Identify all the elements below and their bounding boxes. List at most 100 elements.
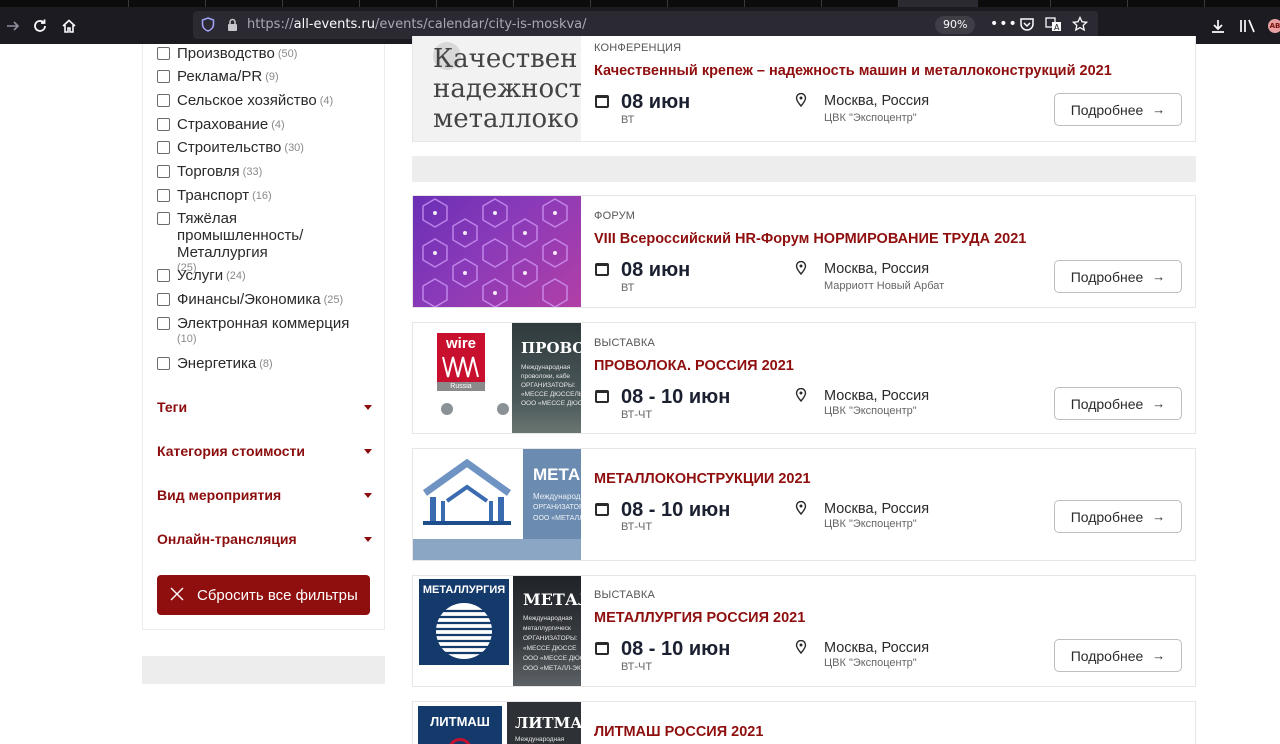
event-title[interactable]: Качественный крепеж – надежность машин и… [594,63,1112,79]
event-thumbnail[interactable]: wire Russia ПРОВОЛ Международная проволо… [413,323,581,433]
checkbox[interactable] [157,317,170,330]
checkbox[interactable] [157,357,170,370]
tab[interactable] [282,0,283,7]
checkbox[interactable] [157,141,170,154]
checkbox[interactable] [157,212,170,225]
thumbnail-line: надежност [433,74,581,104]
event-card[interactable]: wire Russia ПРОВОЛ Международная проволо… [412,322,1196,434]
category-checkbox-item[interactable]: Транспорт (16) [157,187,272,204]
downloads-icon[interactable] [1205,7,1231,44]
tab[interactable] [590,0,591,7]
event-thumbnail[interactable] [413,196,581,307]
caret-down-icon [364,448,372,454]
event-title[interactable]: ЛИТМАШ РОССИЯ 2021 [594,724,763,740]
forward-icon[interactable] [0,7,26,44]
event-card[interactable]: ЛИТМАШ ЛИТМАШ Международная ЛИТМАШ РОССИ… [412,701,1196,744]
event-title[interactable]: МЕТАЛЛОКОНСТРУКЦИИ 2021 [594,471,811,487]
wire-logo: wire Russia [437,333,485,391]
event-thumbnail[interactable]: Качествен надежност металлоко [413,36,581,141]
tab[interactable] [1127,0,1128,7]
tab[interactable] [1050,0,1051,7]
tab[interactable] [513,0,514,7]
arrow-right-icon: → [1152,509,1166,524]
checkbox[interactable] [157,47,170,60]
filter-price-toggle[interactable]: Категория стоимости [157,441,372,461]
category-checkbox-item[interactable]: Услуги (24) [157,267,246,284]
category-checkbox-item[interactable]: Энергетика (8) [157,355,273,372]
tab[interactable] [821,0,822,7]
calendar-icon [595,390,609,403]
details-button[interactable]: Подробнее → [1054,260,1182,293]
checkbox[interactable] [157,94,170,107]
metallurgy-logo-globe [436,603,492,659]
pocket-icon[interactable] [1019,17,1035,36]
category-checkbox-item[interactable]: Строительство (30) [157,139,304,156]
event-card[interactable]: МЕТА Международ ОРГАНИЗАТОР ООО «МЕТАЛЛ … [412,448,1196,561]
checkbox[interactable] [157,165,170,178]
bookmark-star-icon[interactable] [1071,15,1089,36]
category-label-wrap: Тяжёлая промышленность/Металлургия (25) [177,210,384,274]
details-button[interactable]: Подробнее → [1054,500,1182,533]
details-button[interactable]: Подробнее → [1054,639,1182,672]
category-checkbox-item[interactable]: Сельское хозяйство (4) [157,92,333,109]
svg-text:A: A [1054,23,1060,32]
category-checkbox-item[interactable]: Финансы/Экономика (25) [157,291,343,308]
checkbox[interactable] [157,70,170,83]
tab[interactable] [128,0,129,7]
category-checkbox-item[interactable]: Электронная коммерция (10) [157,315,349,345]
tab[interactable] [205,0,206,7]
thumbnail-line: металлоко [433,104,580,134]
event-title[interactable]: ПРОВОЛОКА. РОССИЯ 2021 [594,358,794,374]
details-button[interactable]: Подробнее → [1054,387,1182,420]
event-title[interactable]: VIII Всероссийский HR-Форум НОРМИРОВАНИЕ… [594,231,1026,247]
category-checkbox-item[interactable]: Торговля (33) [157,163,262,180]
thumbnail-caption-line: ОРГАНИЗАТОРЫ: [523,635,578,642]
calendar-icon [595,95,609,108]
reset-filters-button[interactable]: Сбросить все фильтры [157,575,370,615]
tab[interactable] [667,0,668,7]
event-card[interactable]: МЕТАЛЛУРГИЯ МЕТАЛ Международная металлур… [412,575,1196,687]
category-checkbox-item[interactable]: Тяжёлая промышленность/Металлургия (25) [157,210,384,274]
address-bar[interactable]: https://all-events.ru/events/calendar/ci… [193,11,1098,39]
home-icon[interactable] [56,7,82,44]
library-icon[interactable] [1235,7,1261,44]
filter-online-toggle[interactable]: Онлайн-трансляция [157,529,372,549]
category-count: (33) [242,166,263,178]
event-thumbnail[interactable]: ЛИТМАШ ЛИТМАШ Международная [413,702,581,744]
tab[interactable] [436,0,437,7]
event-title[interactable]: МЕТАЛЛУРГИЯ РОССИЯ 2021 [594,610,805,626]
category-checkbox-item[interactable]: Реклама/PR (9) [157,68,279,85]
reload-icon[interactable] [27,7,53,44]
zoom-level[interactable]: 90% [935,16,976,34]
thumbnail-caption: Международная металлургическ ОРГАНИЗАТОР… [523,614,581,674]
tab[interactable] [1204,0,1205,7]
details-button[interactable]: Подробнее → [1054,93,1182,126]
event-thumbnail[interactable]: МЕТА Международ ОРГАНИЗАТОР ООО «МЕТАЛЛ [413,449,581,560]
metal-construction-logo [422,458,512,525]
event-card[interactable]: ФОРУМ VIII Всероссийский HR-Форум НОРМИР… [412,195,1196,308]
filter-title: Онлайн-трансляция [157,531,297,547]
category-checkbox-item[interactable]: Страхование (4) [157,116,285,133]
category-label-line2: промышленность/Металлургия [177,227,304,261]
url-text[interactable]: https://all-events.ru/events/calendar/ci… [247,17,587,32]
category-checkbox-item[interactable]: Производство (50) [157,45,297,62]
adblock-extension-icon[interactable]: AB [1268,19,1280,33]
filter-tags-toggle[interactable]: Теги [157,397,372,417]
tab[interactable] [744,0,745,7]
lock-icon[interactable] [227,17,238,36]
checkbox[interactable] [157,118,170,131]
checkbox[interactable] [157,269,170,282]
filter-title: Категория стоимости [157,443,305,459]
tab-active[interactable] [898,0,978,7]
page-actions-icon[interactable]: ••• [990,16,1018,32]
event-card[interactable]: Качествен надежност металлоко КОНФЕРЕНЦИ… [412,36,1196,142]
translate-icon[interactable]: A [1045,17,1062,36]
category-count: (4) [319,95,334,107]
filter-sidebar: Производство (50) Реклама/PR (9) Сельское … [142,44,385,630]
checkbox[interactable] [157,189,170,202]
filter-event-type-toggle[interactable]: Вид мероприятия [157,485,372,505]
checkbox[interactable] [157,293,170,306]
tab[interactable] [359,0,360,7]
tracking-protection-icon[interactable] [201,17,215,36]
event-thumbnail[interactable]: МЕТАЛЛУРГИЯ МЕТАЛ Международная металлур… [413,576,581,686]
